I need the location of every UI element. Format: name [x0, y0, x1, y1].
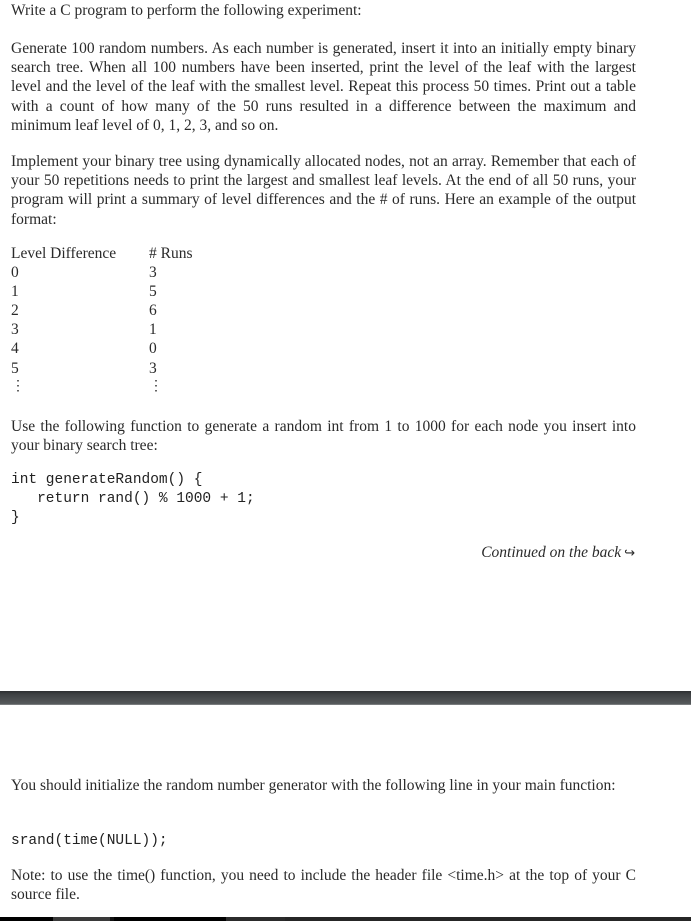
taskbar-segment	[0, 917, 53, 921]
bottom-taskbar-strip	[0, 917, 691, 921]
table-header-row: Level Difference # Runs	[11, 244, 229, 263]
vertical-ellipsis-icon: ⋮	[149, 378, 163, 394]
level-difference-cell: 2	[11, 302, 19, 320]
intro-heading: Write a C program to perform the followi…	[11, 2, 362, 19]
taskbar-segment	[53, 917, 110, 921]
table-row: 5 3	[11, 359, 229, 378]
paragraph-note: Note: to use the time() function, you ne…	[11, 867, 636, 904]
runs-cell: 3	[149, 359, 157, 377]
paragraph-implement: Implement your binary tree using dynamic…	[11, 153, 636, 228]
taskbar-segment	[285, 917, 691, 921]
paragraph-init-rng: You should initialize the random number …	[11, 777, 616, 794]
page-separator-bar	[0, 691, 691, 705]
level-difference-cell: 0	[11, 264, 19, 282]
header-level-difference: Level Difference	[11, 245, 117, 262]
runs-cell: 1	[149, 321, 157, 339]
table-row: 0 3	[11, 263, 229, 282]
table-row: 1 5	[11, 282, 229, 301]
level-difference-cell: 4	[11, 340, 19, 358]
runs-cell: 0	[149, 340, 157, 358]
taskbar-segment	[226, 917, 285, 921]
code-block-srand: srand(time(NULL));	[11, 833, 168, 849]
example-output-table: Level Difference # Runs 0 3 1 5 2 6 3 1 …	[11, 244, 229, 397]
document-back-page: You should initialize the random number …	[0, 706, 691, 917]
code-block-generate-random: int generateRandom() { return rand() % 1…	[11, 471, 255, 529]
document-front-page: Write a C program to perform the followi…	[0, 0, 691, 691]
table-continuation-row: ⋮ ⋮	[11, 378, 229, 397]
runs-cell: 6	[149, 302, 157, 320]
taskbar-segment	[114, 917, 226, 921]
table-row: 3 1	[11, 320, 229, 339]
runs-cell: 5	[149, 283, 157, 301]
code-line: int generateRandom() {	[11, 472, 203, 488]
paragraph-generate: Generate 100 random numbers. As each num…	[11, 40, 636, 134]
paragraph-use-function: Use the following function to generate a…	[11, 418, 636, 455]
continued-label: Continued on the back	[481, 544, 622, 561]
table-row: 4 0	[11, 339, 229, 358]
level-difference-cell: 5	[11, 359, 19, 377]
hook-arrow-right-icon: ↪	[624, 546, 635, 561]
table-row: 2 6	[11, 301, 229, 320]
code-line: }	[11, 510, 20, 527]
vertical-ellipsis-icon: ⋮	[11, 378, 25, 394]
level-difference-cell: 3	[11, 321, 19, 339]
continued-on-back-note: Continued on the back ↪	[481, 544, 635, 562]
header-runs: # Runs	[149, 245, 193, 262]
code-line: return rand() % 1000 + 1;	[11, 491, 255, 508]
runs-cell: 3	[149, 264, 157, 282]
level-difference-cell: 1	[11, 283, 19, 301]
